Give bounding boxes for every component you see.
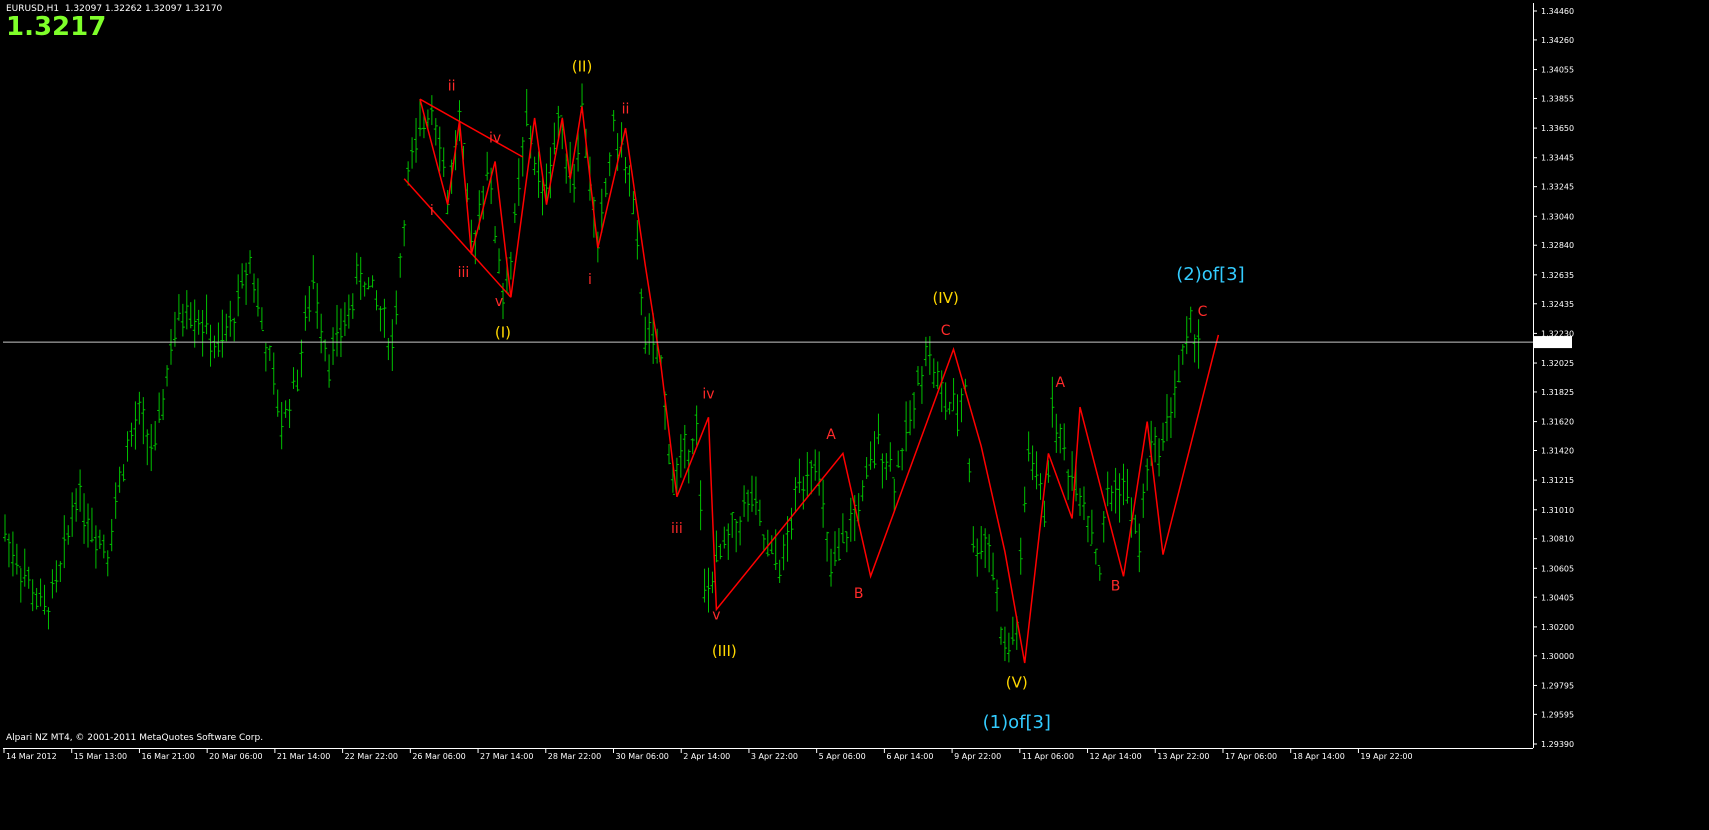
wave-label: (IV) — [932, 289, 958, 307]
wave-label: i — [430, 203, 434, 219]
y-tick-label: 1.31420 — [1541, 447, 1574, 456]
chart-area[interactable]: iiiviiiiv(I)(II)iiiiviiiv(III)AB(IV)C(V)… — [0, 0, 1709, 830]
x-tick-label: 21 Mar 14:00 — [277, 752, 330, 761]
y-tick-label: 1.34055 — [1541, 66, 1574, 75]
y-tick-label: 1.32435 — [1541, 300, 1574, 309]
x-tick-label: 19 Apr 22:00 — [1360, 752, 1412, 761]
wave-label: v — [495, 294, 503, 310]
x-tick-label: 30 Mar 06:00 — [615, 752, 668, 761]
current-price-label: 1.32170 — [1536, 338, 1569, 347]
y-tick-label: 1.29390 — [1541, 740, 1574, 749]
wave-label: B — [854, 586, 864, 602]
x-tick-label: 9 Apr 22:00 — [954, 752, 1001, 761]
wave-label: (II) — [572, 58, 593, 76]
x-tick-label: 18 Apr 14:00 — [1293, 752, 1345, 761]
wave-label: (V) — [1006, 674, 1028, 692]
wave-label: B — [1111, 579, 1121, 595]
y-tick-label: 1.31215 — [1541, 476, 1574, 485]
y-tick-label: 1.33650 — [1541, 124, 1574, 133]
x-tick-label: 16 Mar 21:00 — [141, 752, 194, 761]
x-tick-label: 2 Apr 14:00 — [683, 752, 730, 761]
wave-label: iv — [489, 131, 501, 147]
x-tick-label: 12 Apr 14:00 — [1090, 752, 1142, 761]
x-tick-label: 3 Apr 22:00 — [751, 752, 798, 761]
big-price-readout: 1.3217 — [6, 12, 107, 42]
y-tick-label: 1.30200 — [1541, 623, 1574, 632]
y-tick-label: 1.32635 — [1541, 271, 1574, 280]
y-tick-label: 1.32840 — [1541, 241, 1574, 250]
y-tick-label: 1.34260 — [1541, 36, 1574, 45]
wave-label: ii — [622, 102, 630, 118]
y-tick-label: 1.34460 — [1541, 7, 1574, 16]
y-tick-label: 1.31620 — [1541, 418, 1574, 427]
x-tick-label: 28 Mar 22:00 — [548, 752, 601, 761]
y-tick-label: 1.29795 — [1541, 681, 1574, 690]
x-tick-label: 20 Mar 06:00 — [209, 752, 262, 761]
y-tick-label: 1.31825 — [1541, 388, 1574, 397]
y-tick-label: 1.33855 — [1541, 94, 1574, 103]
y-tick-label: 1.32025 — [1541, 359, 1574, 368]
x-tick-label: 13 Apr 22:00 — [1157, 752, 1209, 761]
wave-label: (III) — [712, 642, 737, 660]
x-tick-label: 11 Apr 06:00 — [1022, 752, 1074, 761]
y-tick-label: 1.33445 — [1541, 154, 1574, 163]
wave-label: (1)of[3] — [983, 712, 1051, 733]
x-tick-label: 6 Apr 14:00 — [886, 752, 933, 761]
wave-label: A — [1055, 375, 1065, 391]
y-tick-label: 1.30000 — [1541, 652, 1574, 661]
x-tick-label: 17 Apr 06:00 — [1225, 752, 1277, 761]
current-price-tag: 1.32170 — [1534, 336, 1572, 349]
y-tick-label: 1.33245 — [1541, 183, 1574, 192]
wave-label: iii — [458, 265, 470, 281]
y-tick-label: 1.31010 — [1541, 506, 1574, 515]
wave-label: (2)of[3] — [1176, 264, 1244, 285]
y-tick-label: 1.30405 — [1541, 593, 1574, 602]
y-tick-label: 1.29595 — [1541, 710, 1574, 719]
y-tick-label: 1.33040 — [1541, 212, 1574, 221]
x-tick-label: 27 Mar 14:00 — [480, 752, 533, 761]
wave-label: iv — [702, 386, 714, 402]
y-tick-label: 1.30605 — [1541, 564, 1574, 573]
copyright-footer: Alpari NZ MT4, © 2001-2011 MetaQuotes So… — [6, 733, 264, 743]
wave-label: C — [1198, 304, 1208, 320]
wave-label: iii — [671, 521, 683, 537]
wave-label: (I) — [495, 324, 511, 342]
x-tick-label: 5 Apr 06:00 — [819, 752, 866, 761]
x-tick-label: 26 Mar 06:00 — [412, 752, 465, 761]
wave-label: ii — [448, 79, 456, 95]
x-tick-label: 14 Mar 2012 — [6, 752, 57, 761]
y-tick-label: 1.30810 — [1541, 535, 1574, 544]
wave-label: A — [826, 427, 836, 443]
wave-label: i — [588, 272, 592, 288]
wave-label: C — [941, 323, 951, 339]
x-tick-label: 15 Mar 13:00 — [74, 752, 127, 761]
wave-label: v — [712, 608, 720, 624]
chart-background — [0, 0, 1709, 830]
x-tick-label: 22 Mar 22:00 — [345, 752, 398, 761]
